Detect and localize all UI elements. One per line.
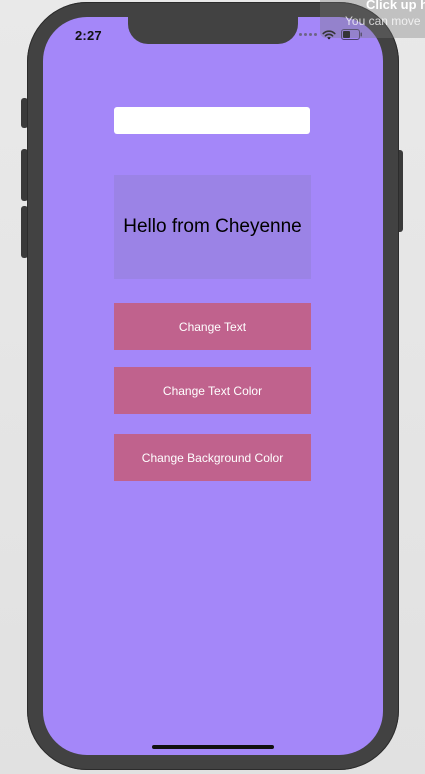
- simulator-stage: 2:27 Hello from Cheyenne Change Text Cha…: [0, 0, 425, 774]
- phone-frame: 2:27 Hello from Cheyenne Change Text Cha…: [27, 2, 399, 770]
- home-indicator[interactable]: [152, 745, 274, 749]
- change-text-color-button[interactable]: Change Text Color: [114, 367, 311, 414]
- change-text-button[interactable]: Change Text: [114, 303, 311, 350]
- notch: [128, 17, 298, 44]
- signal-dots-icon: [299, 33, 317, 36]
- status-time: 2:27: [75, 28, 102, 43]
- greeting-label: Hello from Cheyenne: [123, 216, 302, 237]
- app-screen: 2:27 Hello from Cheyenne Change Text Cha…: [43, 17, 383, 755]
- change-background-color-button[interactable]: Change Background Color: [114, 434, 311, 481]
- notification-title: Click up h: [366, 0, 425, 12]
- text-input[interactable]: [114, 107, 310, 134]
- notification-overlay[interactable]: Click up h You can move: [320, 0, 425, 38]
- notification-subtitle: You can move: [345, 14, 421, 28]
- greeting-label-container: Hello from Cheyenne: [114, 175, 311, 279]
